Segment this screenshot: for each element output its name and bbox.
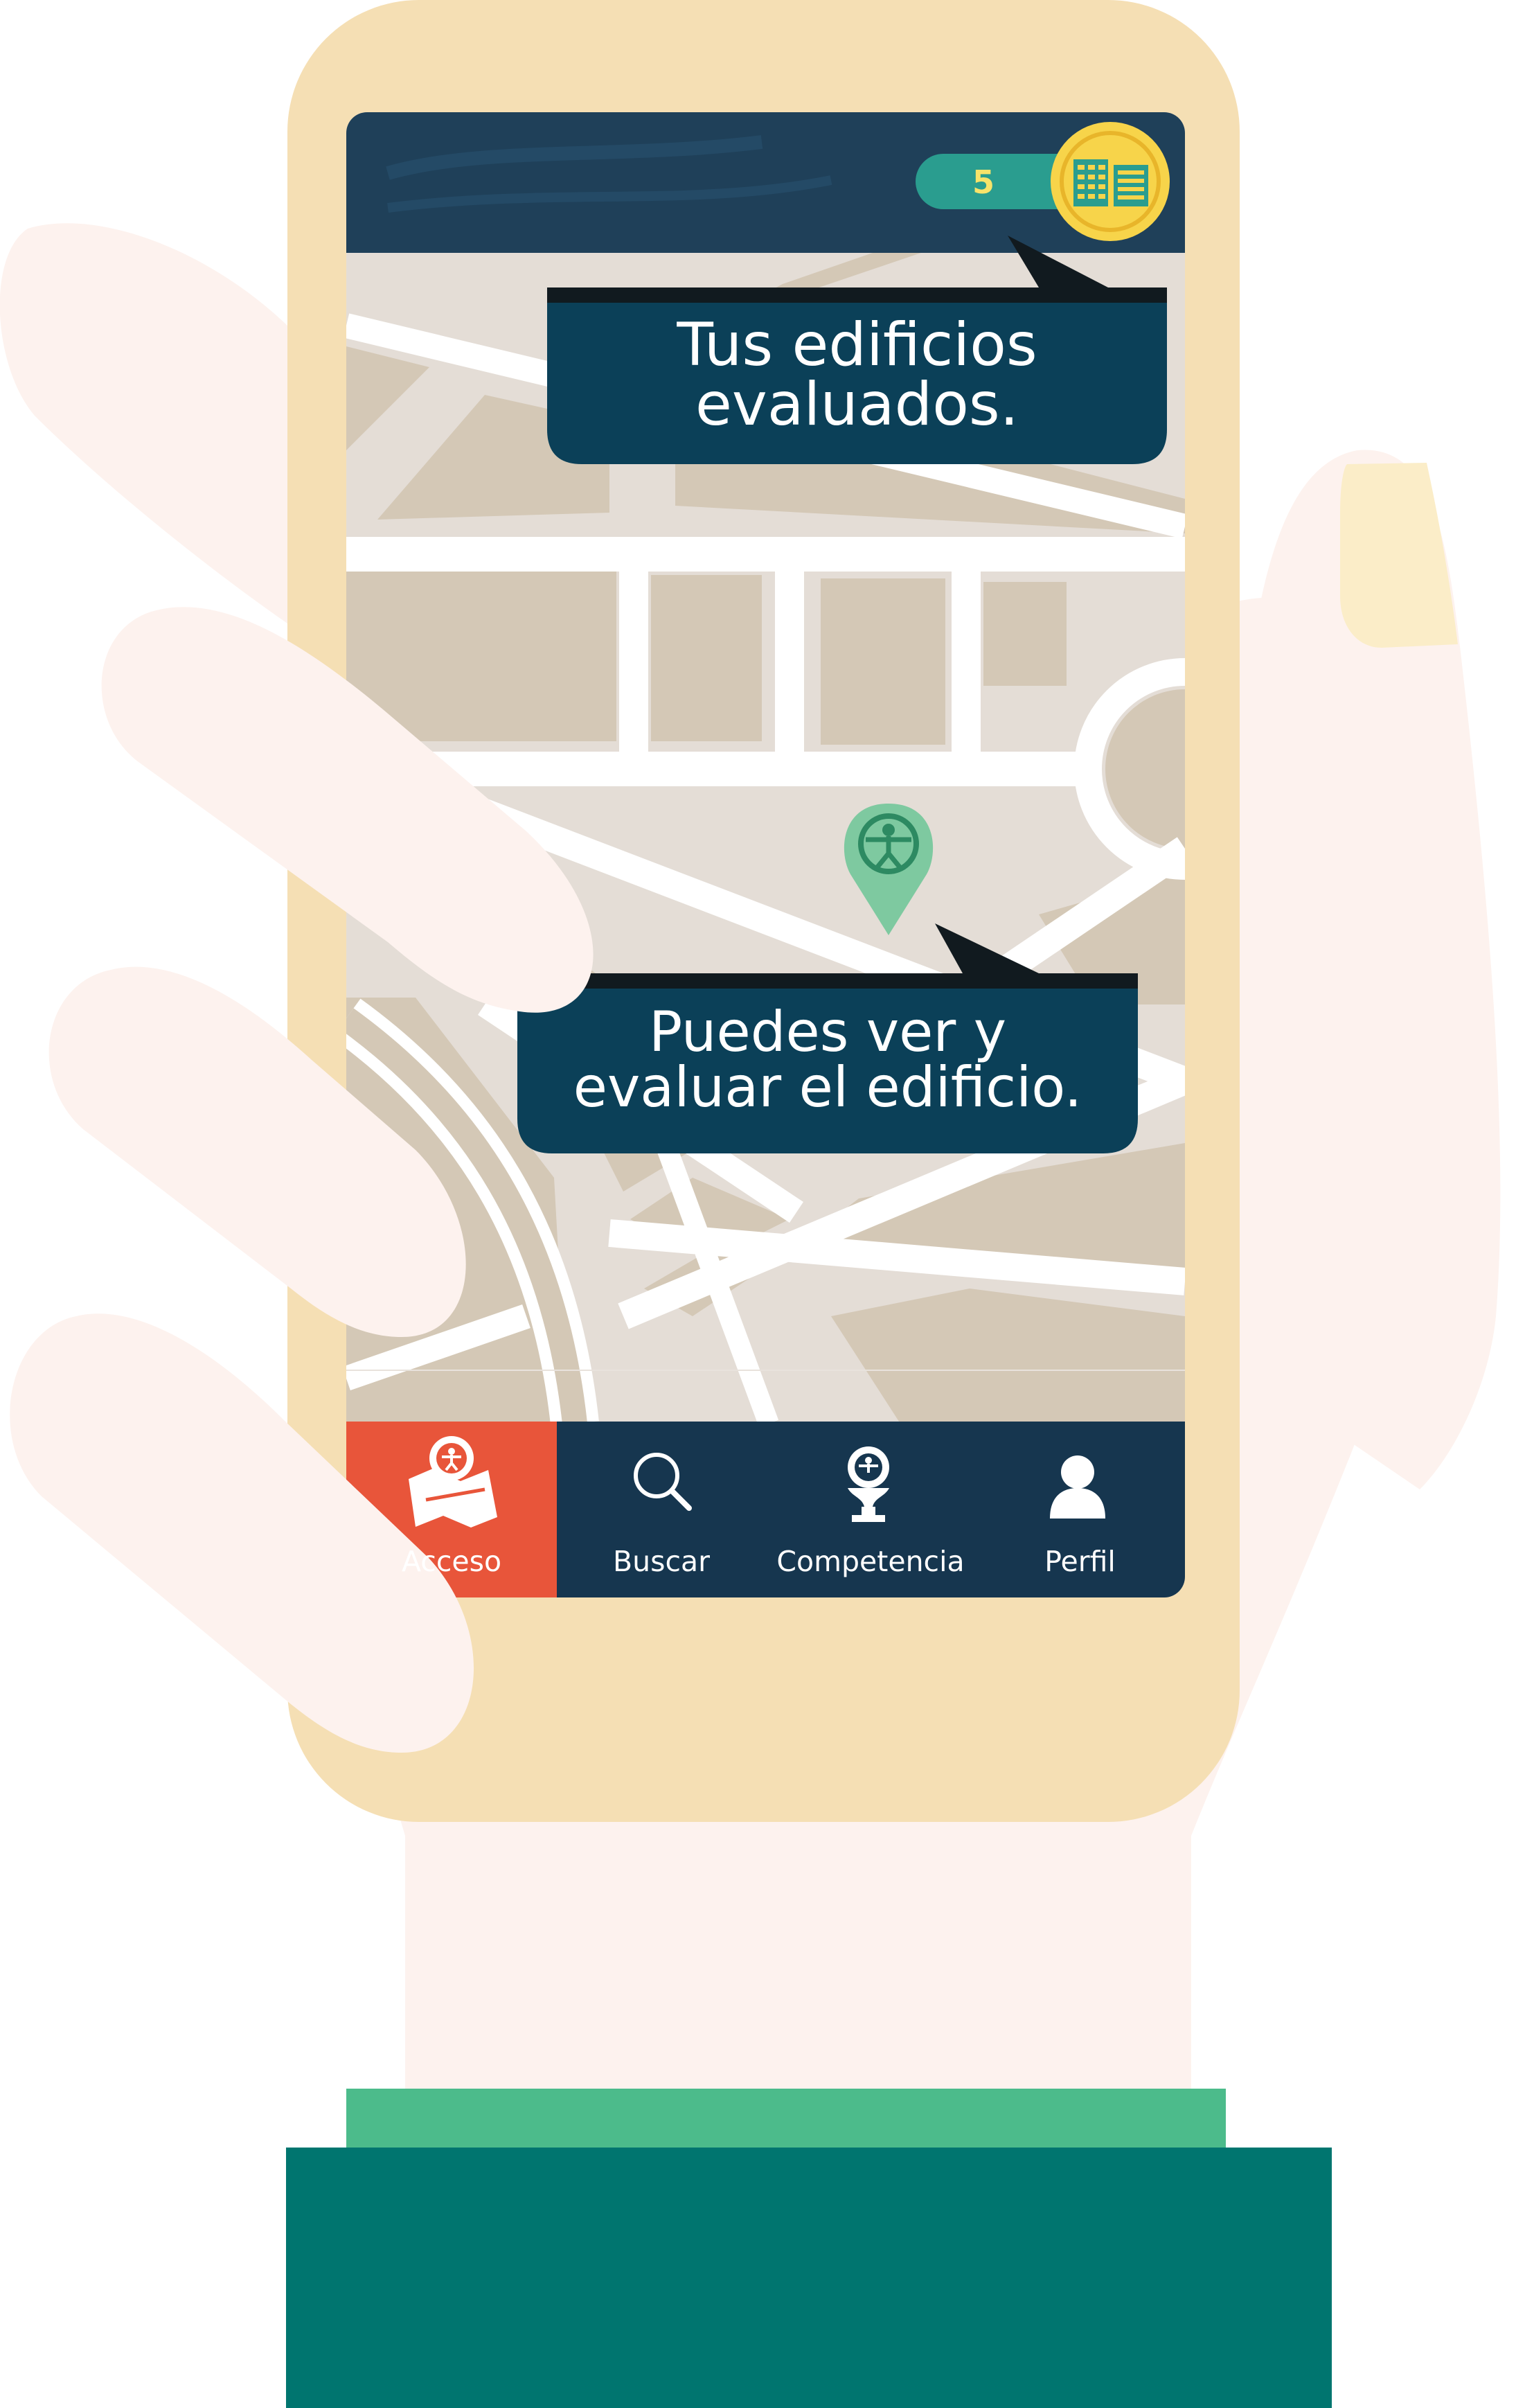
tooltip-evaluated-text: Tus edificios evaluados. <box>547 315 1167 434</box>
nav-item-perfil[interactable]: Perfil <box>975 1422 1185 1597</box>
nav-item-competencia[interactable]: Competencia <box>766 1422 975 1597</box>
tooltip-evaluated-line-2: evaluados. <box>695 370 1019 439</box>
tooltip-evaluated-line-1: Tus edificios <box>677 310 1037 380</box>
sleeve-cuff <box>346 2089 1226 2151</box>
evaluated-count: 5 <box>972 163 995 201</box>
tooltip-building-text: Puedes ver y evaluar el edificio. <box>517 1004 1138 1115</box>
tooltip-building-line-2: evaluar el edificio. <box>573 1055 1082 1119</box>
nav-label-perfil: Perfil <box>1044 1545 1116 1578</box>
nav-label-competencia: Competencia <box>776 1545 965 1578</box>
nav-label-buscar: Buscar <box>613 1545 710 1578</box>
nav-item-buscar[interactable]: Buscar <box>557 1422 766 1597</box>
nav-item-acceso[interactable]: Acceso <box>346 1422 557 1597</box>
sleeve <box>286 2148 1332 2408</box>
nav-label-acceso: Acceso <box>401 1545 502 1578</box>
thumbnail <box>1340 463 1458 648</box>
tooltip-building-line-1: Puedes ver y <box>648 1000 1007 1064</box>
